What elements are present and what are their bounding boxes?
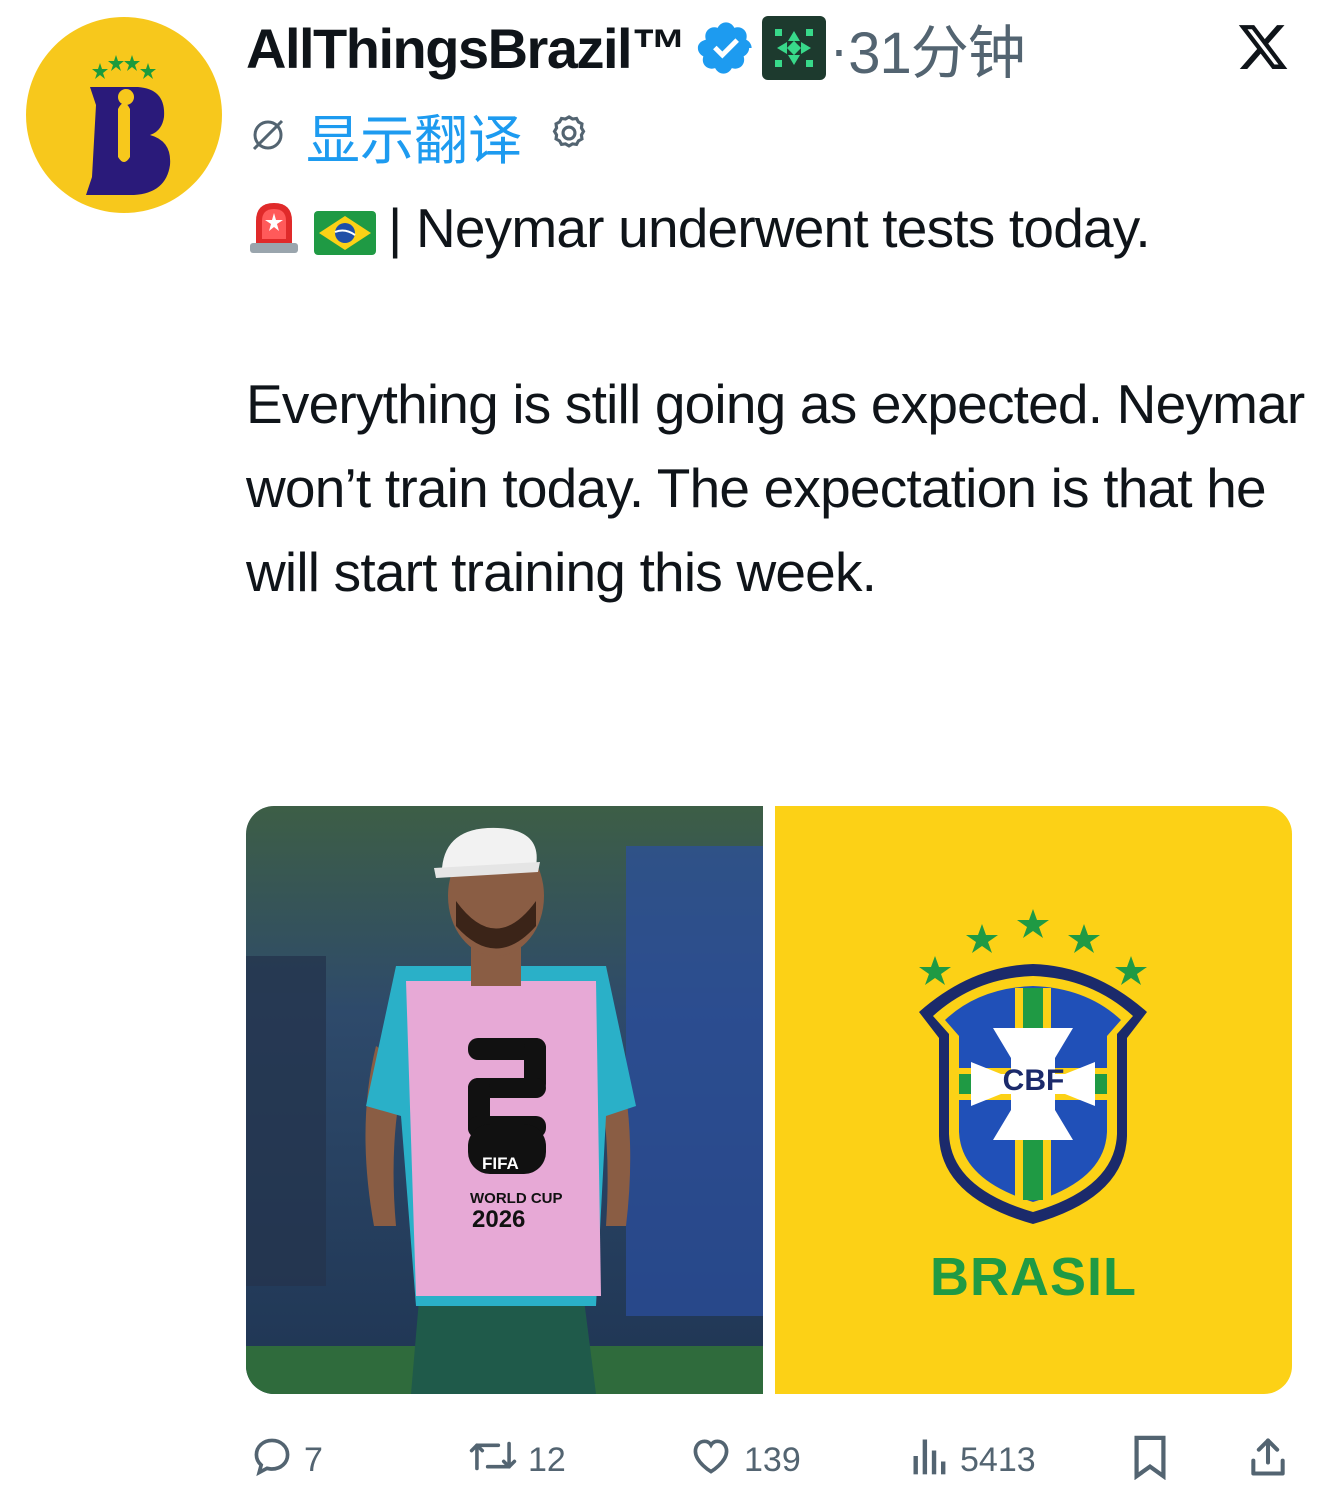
- repost-count: 12: [528, 1441, 566, 1479]
- views-button[interactable]: 5413: [910, 1434, 1036, 1487]
- tweet-text: | Neymar underwent tests today. Everythi…: [246, 186, 1306, 614]
- view-count: 5413: [960, 1441, 1036, 1479]
- affiliate-badge-icon[interactable]: [761, 16, 826, 80]
- neymar-photo[interactable]: FIFA WORLD CUP 2026: [246, 806, 763, 1394]
- allthingsbrazil-logo-icon: [86, 55, 171, 195]
- like-icon: [688, 1434, 734, 1487]
- author-display-name[interactable]: AllThingsBrazil™: [246, 16, 687, 81]
- media-divider: [763, 806, 775, 1394]
- x-logo-icon[interactable]: [1236, 20, 1290, 74]
- tweet-timestamp[interactable]: 31分钟: [848, 6, 1026, 90]
- settings-gear-icon[interactable]: [548, 112, 590, 159]
- reply-icon: [250, 1434, 294, 1487]
- tweet-actions: 7 12 139 5413: [246, 1418, 1296, 1498]
- verified-badge-icon[interactable]: [696, 18, 756, 78]
- repost-icon: [468, 1434, 518, 1487]
- author-avatar[interactable]: [26, 17, 222, 213]
- bookmark-button[interactable]: [1130, 1434, 1170, 1489]
- views-icon: [910, 1434, 950, 1487]
- cbf-crest-label: CBF: [1002, 1064, 1065, 1097]
- like-button[interactable]: 139: [688, 1434, 801, 1487]
- no-translate-icon: [246, 111, 290, 160]
- repost-button[interactable]: 12: [468, 1434, 566, 1487]
- reply-button[interactable]: 7: [250, 1434, 323, 1487]
- brasil-wordmark: BRASIL: [930, 1247, 1137, 1307]
- reply-count: 7: [304, 1441, 323, 1479]
- bib-world-cup-label: WORLD CUP: [470, 1190, 563, 1207]
- header-separator: ·: [829, 16, 849, 80]
- translate-row: 显示翻译: [246, 100, 590, 172]
- bib-year-label: 2026: [472, 1206, 526, 1233]
- cbf-logo-image[interactable]: CBF BRASIL: [775, 806, 1292, 1394]
- siren-emoji-icon: [246, 194, 302, 278]
- bookmark-icon: [1130, 1434, 1170, 1489]
- bib-fifa-label: FIFA: [482, 1154, 519, 1173]
- tweet-line-1-text: | Neymar underwent tests today.: [388, 197, 1151, 259]
- tweet-line-1: | Neymar underwent tests today.: [246, 186, 1306, 278]
- share-button[interactable]: [1246, 1434, 1290, 1489]
- brazil-flag-emoji-icon: [314, 194, 376, 278]
- like-count: 139: [744, 1441, 801, 1479]
- show-translation-link[interactable]: 显示翻译: [306, 96, 522, 175]
- share-icon: [1246, 1434, 1290, 1489]
- tweet-header: AllThingsBrazil™ · 31分钟: [246, 10, 1026, 86]
- tweet-media[interactable]: FIFA WORLD CUP 2026 CBF BRASIL: [246, 806, 1292, 1394]
- tweet-paragraph-2: Everything is still going as expected. N…: [246, 373, 1305, 603]
